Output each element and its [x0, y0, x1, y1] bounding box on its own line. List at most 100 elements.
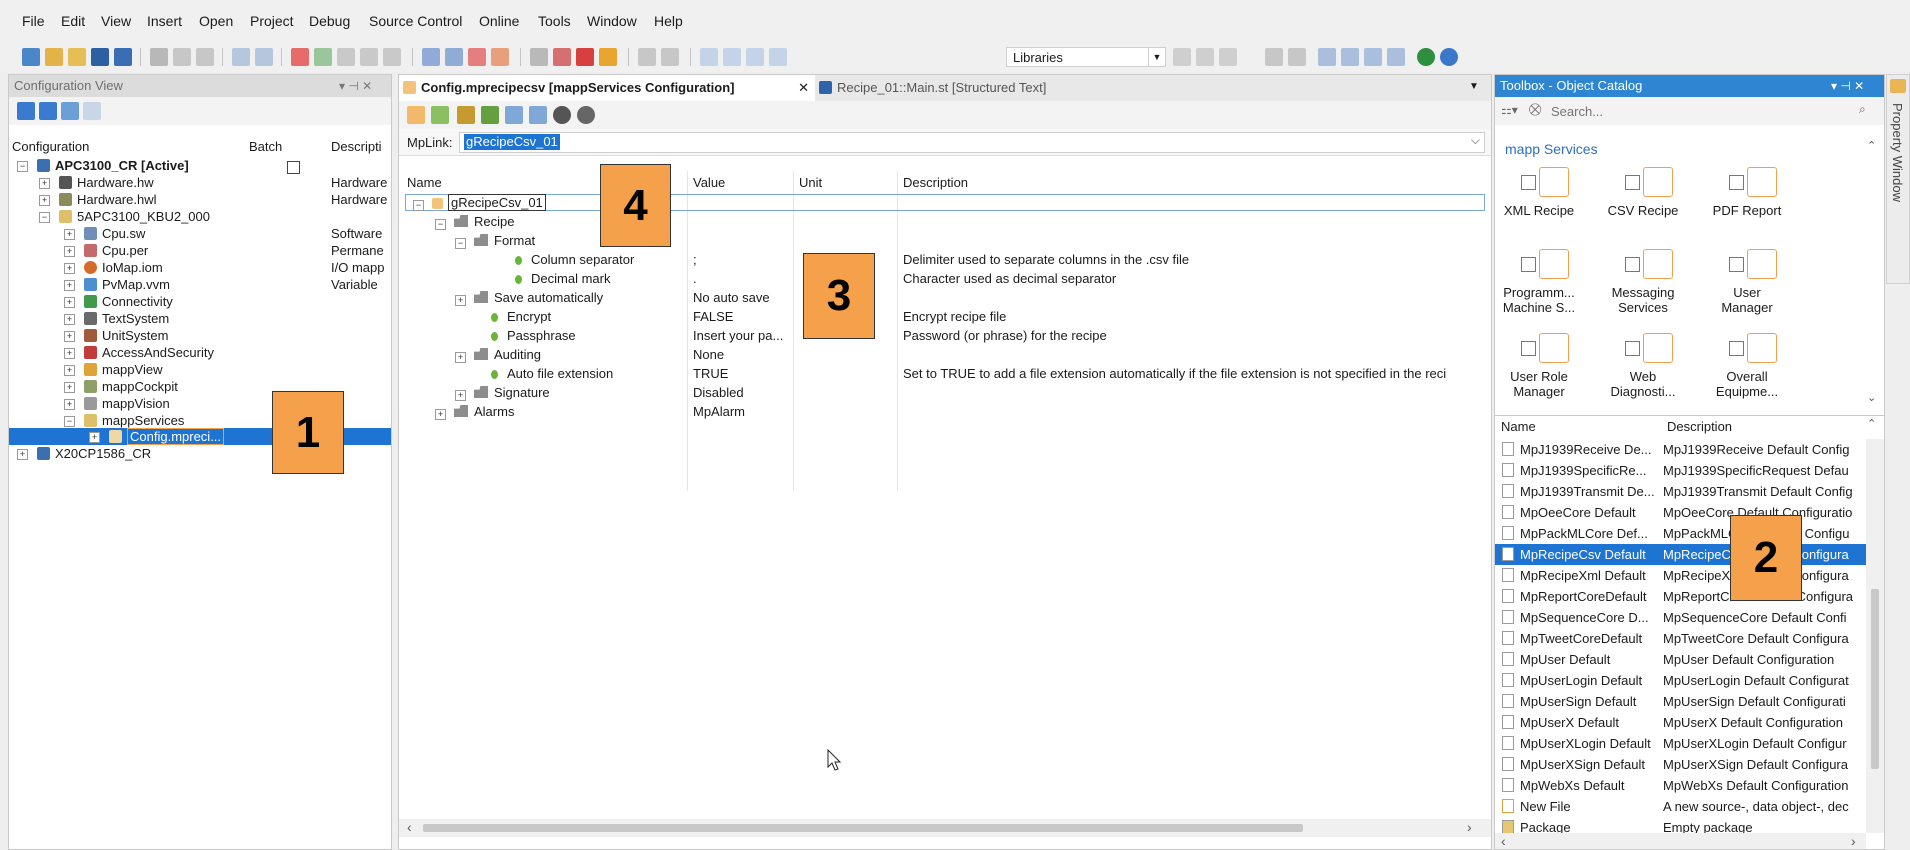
scroll-right-icon[interactable]: › [1467, 819, 1472, 835]
tree-item-iomap[interactable]: + IoMap.iom [64, 259, 163, 276]
tree-item-mappcockpit[interactable]: + mappCockpit [64, 378, 178, 395]
lib-tool2-icon[interactable] [1196, 48, 1214, 66]
grid-row-selected[interactable] [405, 194, 1485, 211]
debug-icon[interactable] [553, 48, 571, 66]
menu-view[interactable]: View [101, 13, 131, 29]
grid-cell-value[interactable]: ; [693, 252, 697, 268]
catalog-item-pdf-report[interactable]: PDF Report [1707, 203, 1787, 218]
list-item[interactable]: MpOeeCore Default MpOeeCore Default Confi… [1495, 502, 1866, 523]
horizontal-scrollbar[interactable]: ‹ › [1495, 833, 1866, 849]
copy-icon[interactable] [173, 48, 191, 66]
filter-icon[interactable]: ⚏▾ [1501, 103, 1518, 117]
search-icon[interactable]: ⌕ [1859, 102, 1866, 117]
list-item[interactable]: MpUserXSign Default MpUserXSign Default C… [1495, 754, 1866, 775]
scrollbar-thumb[interactable] [1871, 589, 1879, 769]
scroll-up-icon[interactable]: ⌃ [1867, 139, 1876, 152]
grid-row[interactable]: Passphrase [491, 328, 576, 344]
save-all-icon[interactable] [114, 48, 132, 66]
scroll-left-icon[interactable]: ‹ [407, 819, 412, 835]
horizontal-scrollbar[interactable]: ‹ › [399, 819, 1491, 837]
panel2-icon[interactable] [723, 48, 741, 66]
column-value[interactable]: Value [693, 175, 725, 191]
vertical-scrollbar[interactable] [1866, 439, 1884, 833]
grid-cell-value[interactable]: FALSE [693, 309, 733, 325]
grid-row[interactable]: − gRecipeCsv_01 [413, 194, 546, 211]
list-item[interactable]: MpTweetCoreDefault MpTweetCore Default Co… [1495, 628, 1866, 649]
build-icon[interactable] [337, 48, 355, 66]
libraries-dropdown[interactable]: Libraries [1006, 47, 1166, 67]
tree-item-x20cp1586[interactable]: + X20CP1586_CR [17, 445, 151, 462]
list-item[interactable]: MpUserLogin Default MpUserLogin Default C… [1495, 670, 1866, 691]
list-item[interactable]: MpReportCoreDefaultMpReportCore Default … [1495, 586, 1866, 607]
sort-desc-icon[interactable] [529, 106, 547, 124]
add-icon[interactable] [431, 106, 449, 124]
window-icon[interactable] [422, 48, 440, 66]
tree-item-apc3100[interactable]: − APC3100_CR [Active] [17, 157, 189, 174]
tree-item-textsystem[interactable]: + TextSystem [64, 310, 169, 327]
catalog-item-web-diagnostics[interactable]: Web Diagnosti... [1603, 369, 1683, 399]
clear-filter-icon[interactable]: ⛒ [1529, 102, 1541, 117]
list-column-name[interactable]: Name [1501, 419, 1536, 434]
config-tool2-icon[interactable] [39, 102, 57, 120]
arrow-up-icon[interactable] [1318, 48, 1336, 66]
scroll-left-icon[interactable]: ‹ [1501, 833, 1506, 849]
lib-tool3-icon[interactable] [1219, 48, 1237, 66]
close-icon[interactable]: ✕ [798, 75, 809, 101]
scroll-right-icon[interactable]: › [1851, 833, 1856, 849]
column-configuration[interactable]: Configuration [12, 139, 89, 154]
refresh-icon[interactable] [314, 48, 332, 66]
cut-icon[interactable] [150, 48, 168, 66]
list-item[interactable]: MpUserSign Default MpUserSign Default Con… [1495, 691, 1866, 712]
grid-row[interactable]: + Auditing [455, 347, 541, 363]
rebuild-icon[interactable] [360, 48, 378, 66]
tree-item-mappservices[interactable]: − mappServices [64, 412, 184, 429]
warning-icon[interactable] [599, 48, 617, 66]
scrollbar-thumb[interactable] [423, 824, 1303, 832]
paste-icon[interactable] [196, 48, 214, 66]
list-item[interactable]: New File A new source-, data object-, dec [1495, 796, 1866, 817]
grid-row[interactable]: Column separator [515, 252, 634, 268]
transfer-icon[interactable] [383, 48, 401, 66]
chevron-down-icon[interactable]: ⌵ [1471, 133, 1480, 148]
grid-row[interactable]: Decimal mark [515, 271, 610, 287]
catalog-item-user-manager[interactable]: User Manager [1707, 285, 1787, 315]
list-item[interactable]: MpSequenceCore D... MpSequenceCore Defaul… [1495, 607, 1866, 628]
tab-recipe-main-st[interactable]: Recipe_01::Main.st [Structured Text] [817, 75, 1046, 101]
grid-cell-value[interactable]: Insert your pa... [693, 328, 783, 344]
redo-icon[interactable] [255, 48, 273, 66]
list-item[interactable]: MpJ1939SpecificRe... MpJ1939SpecificReque… [1495, 460, 1866, 481]
delete-icon[interactable] [291, 48, 309, 66]
list-item[interactable]: MpWebXs Default MpWebXs Default Configura… [1495, 775, 1866, 796]
grid-row[interactable]: + Alarms [435, 404, 514, 420]
sort2-icon[interactable] [1288, 48, 1306, 66]
column-name[interactable]: Name [407, 175, 442, 191]
menu-online[interactable]: Online [479, 13, 519, 29]
globe-icon[interactable] [1417, 48, 1435, 66]
tree-item-cpu-sw[interactable]: + Cpu.sw [64, 225, 145, 242]
power-icon[interactable] [576, 48, 594, 66]
grid-cell-value[interactable]: No auto save [693, 290, 770, 306]
config-tool-icon[interactable] [17, 102, 35, 120]
lib-tool-icon[interactable] [1173, 48, 1191, 66]
tree-item-unitsystem[interactable]: + UnitSystem [64, 327, 168, 344]
sort-icon[interactable] [1265, 48, 1283, 66]
grid-row[interactable]: − Format [455, 233, 535, 249]
mplink-input[interactable]: gRecipeCsv_01 ⌵ [459, 132, 1485, 153]
save-icon[interactable] [91, 48, 109, 66]
gear-icon[interactable] [661, 48, 679, 66]
tree-item-5apc3100[interactable]: −5APC3100_KBU2_000 [39, 208, 210, 225]
tree-item-mappview[interactable]: + mappView [64, 361, 162, 378]
undo-icon[interactable] [232, 48, 250, 66]
menu-window[interactable]: Window [587, 13, 637, 29]
batch-checkbox[interactable] [287, 161, 300, 174]
scroll-up-icon[interactable]: ⌃ [1867, 417, 1876, 430]
chevron-down-icon[interactable]: ▼ [1148, 47, 1165, 67]
scroll-down-icon[interactable]: ⌄ [1867, 391, 1876, 404]
grid-row[interactable]: Encrypt [491, 309, 551, 325]
list-item[interactable]: Package Empty package [1495, 817, 1866, 833]
monitor-icon[interactable] [530, 48, 548, 66]
tree-item-hardware-hwl[interactable]: + Hardware.hwl [39, 191, 156, 208]
menu-project[interactable]: Project [250, 13, 294, 29]
list-item[interactable]: MpPackMLCore Def...MpPackMLCore Default … [1495, 523, 1866, 544]
link-icon[interactable] [577, 106, 595, 124]
